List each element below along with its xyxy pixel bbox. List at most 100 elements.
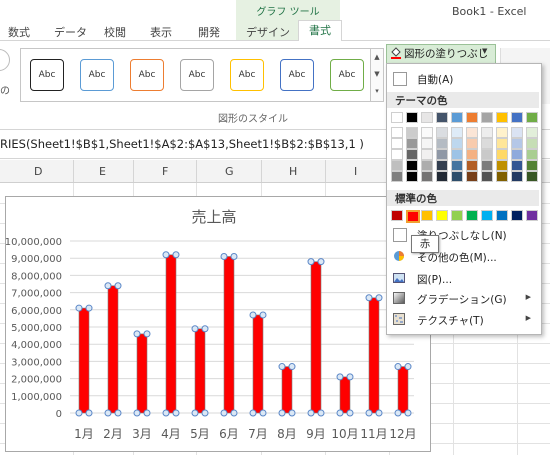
standard-color-swatch[interactable] xyxy=(436,210,448,221)
theme-color-swatch[interactable] xyxy=(406,160,418,171)
shape-style-4[interactable]: Abc xyxy=(180,59,214,91)
theme-color-swatch[interactable] xyxy=(526,112,538,123)
theme-color-swatch[interactable] xyxy=(421,127,433,138)
shape-style-3[interactable]: Abc xyxy=(130,59,164,91)
theme-color-swatch[interactable] xyxy=(451,127,463,138)
theme-color-swatch[interactable] xyxy=(466,138,478,149)
menu-item-more-colors[interactable]: その他の色(M)... xyxy=(387,248,539,266)
theme-color-swatch[interactable] xyxy=(451,160,463,171)
column-header-e[interactable]: E xyxy=(99,165,106,178)
theme-color-swatch[interactable] xyxy=(421,171,433,182)
shape-style-7[interactable]: Abc xyxy=(330,59,364,91)
column-header-d[interactable]: D xyxy=(34,165,42,178)
column-header-i[interactable]: I xyxy=(354,165,357,178)
column-header-f[interactable]: F xyxy=(162,165,168,178)
theme-color-swatch[interactable] xyxy=(511,138,523,149)
theme-color-swatch[interactable] xyxy=(391,127,403,138)
theme-color-swatch[interactable] xyxy=(496,138,508,149)
theme-color-swatch[interactable] xyxy=(466,112,478,123)
theme-color-swatch[interactable] xyxy=(406,149,418,160)
standard-color-swatch[interactable] xyxy=(511,210,523,221)
standard-color-swatch[interactable] xyxy=(451,210,463,221)
theme-color-swatch[interactable] xyxy=(451,149,463,160)
theme-color-swatch[interactable] xyxy=(496,127,508,138)
theme-color-swatch[interactable] xyxy=(436,171,448,182)
theme-color-swatch[interactable] xyxy=(511,149,523,160)
shape-style-1[interactable]: Abc xyxy=(30,59,64,91)
theme-color-swatch[interactable] xyxy=(496,112,508,123)
theme-color-swatch[interactable] xyxy=(436,138,448,149)
theme-color-swatch[interactable] xyxy=(481,138,493,149)
tab-design[interactable]: デザイン xyxy=(246,24,290,40)
theme-color-swatch[interactable] xyxy=(436,160,448,171)
theme-color-swatch[interactable] xyxy=(436,112,448,123)
theme-color-swatch[interactable] xyxy=(496,160,508,171)
standard-color-swatch[interactable] xyxy=(526,210,538,221)
theme-color-swatch[interactable] xyxy=(481,127,493,138)
theme-color-swatch[interactable] xyxy=(526,127,538,138)
theme-color-swatch[interactable] xyxy=(496,171,508,182)
gallery-scroll[interactable]: ▲ ▼ ▾ xyxy=(370,48,384,102)
theme-color-swatch[interactable] xyxy=(451,171,463,182)
standard-color-swatch[interactable] xyxy=(481,210,493,221)
theme-color-swatch[interactable] xyxy=(466,149,478,160)
theme-color-swatch[interactable] xyxy=(481,171,493,182)
theme-color-swatch[interactable] xyxy=(391,112,403,123)
theme-color-swatch[interactable] xyxy=(391,160,403,171)
theme-color-swatch[interactable] xyxy=(406,127,418,138)
theme-color-swatch[interactable] xyxy=(481,112,493,123)
theme-color-swatch[interactable] xyxy=(496,149,508,160)
theme-color-swatch[interactable] xyxy=(511,127,523,138)
tab-data[interactable]: データ xyxy=(54,24,87,40)
theme-color-swatch[interactable] xyxy=(526,160,538,171)
tab-format[interactable]: 書式 xyxy=(298,20,342,42)
tab-view[interactable]: 表示 xyxy=(150,24,172,40)
gallery-up-icon[interactable]: ▲ xyxy=(371,49,383,66)
gallery-more-icon[interactable]: ▾ xyxy=(371,83,383,100)
standard-color-swatch[interactable] xyxy=(421,210,433,221)
theme-color-swatch[interactable] xyxy=(421,149,433,160)
sales-bar-chart[interactable]: 売上高 0 1,000,000 2,000,000 3,000,000 4,000,000… xyxy=(0,183,440,455)
shape-style-5[interactable]: Abc xyxy=(230,59,264,91)
formula-text[interactable]: RIES(Sheet1!$B$1,Sheet1!$A$2:$A$13,Sheet… xyxy=(0,137,364,151)
theme-color-swatch[interactable] xyxy=(511,160,523,171)
shape-style-6[interactable]: Abc xyxy=(280,59,314,91)
tab-formulas[interactable]: 数式 xyxy=(8,24,30,40)
standard-color-swatch[interactable] xyxy=(391,210,403,221)
theme-color-swatch[interactable] xyxy=(436,149,448,160)
theme-color-swatch[interactable] xyxy=(451,112,463,123)
theme-color-swatch[interactable] xyxy=(526,138,538,149)
standard-color-swatch[interactable] xyxy=(406,210,420,223)
menu-item-automatic[interactable]: 自動(A) xyxy=(387,70,539,88)
column-header-g[interactable]: G xyxy=(225,165,234,178)
theme-color-swatch[interactable] xyxy=(466,160,478,171)
theme-color-swatch[interactable] xyxy=(511,171,523,182)
column-header-h[interactable]: H xyxy=(289,165,297,178)
tab-review[interactable]: 校閲 xyxy=(104,24,126,40)
shape-style-2[interactable]: Abc xyxy=(80,59,114,91)
theme-color-swatch[interactable] xyxy=(421,160,433,171)
theme-color-swatch[interactable] xyxy=(406,138,418,149)
theme-color-swatch[interactable] xyxy=(391,149,403,160)
theme-color-swatch[interactable] xyxy=(511,112,523,123)
menu-item-texture[interactable]: テクスチャ(T) ▶ xyxy=(387,311,539,329)
gallery-down-icon[interactable]: ▼ xyxy=(371,66,383,83)
menu-item-no-fill[interactable]: 塗りつぶしなし(N) xyxy=(387,226,539,244)
theme-color-swatch[interactable] xyxy=(421,112,433,123)
standard-color-swatch[interactable] xyxy=(466,210,478,221)
theme-color-swatch[interactable] xyxy=(436,127,448,138)
theme-color-swatch[interactable] xyxy=(406,112,418,123)
theme-color-swatch[interactable] xyxy=(421,138,433,149)
theme-color-swatch[interactable] xyxy=(406,171,418,182)
tab-developer[interactable]: 開発 xyxy=(198,24,220,40)
standard-color-swatch[interactable] xyxy=(496,210,508,221)
theme-color-swatch[interactable] xyxy=(391,171,403,182)
theme-color-swatch[interactable] xyxy=(481,149,493,160)
theme-color-swatch[interactable] xyxy=(526,171,538,182)
menu-item-picture[interactable]: 図(P)... xyxy=(387,270,539,288)
theme-color-swatch[interactable] xyxy=(526,149,538,160)
theme-color-swatch[interactable] xyxy=(451,138,463,149)
theme-color-swatch[interactable] xyxy=(466,171,478,182)
menu-item-gradient[interactable]: グラデーション(G) ▶ xyxy=(387,290,539,308)
theme-color-swatch[interactable] xyxy=(391,138,403,149)
